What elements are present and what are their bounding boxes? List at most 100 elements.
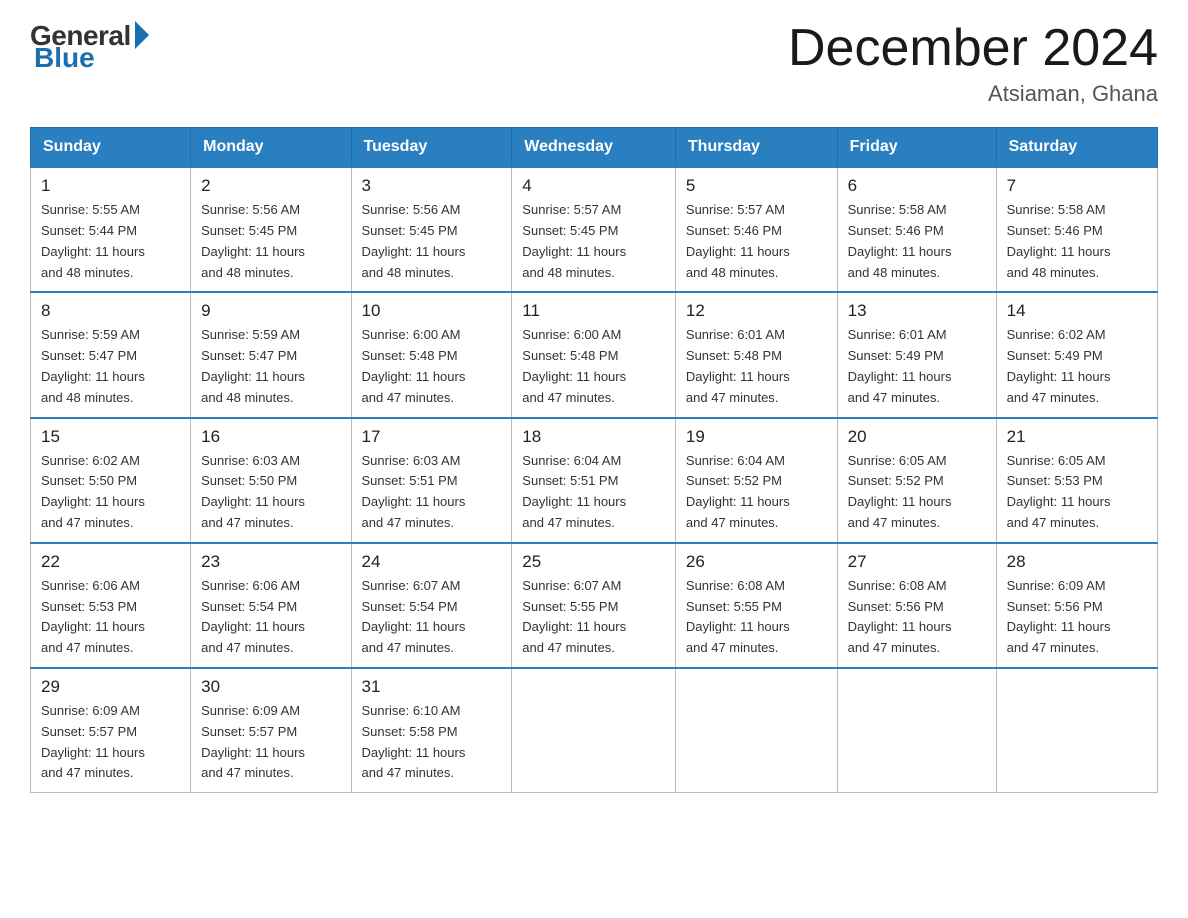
calendar-day-cell: 17 Sunrise: 6:03 AMSunset: 5:51 PMDaylig…	[351, 418, 512, 543]
day-number: 29	[41, 677, 180, 697]
calendar-day-cell: 22 Sunrise: 6:06 AMSunset: 5:53 PMDaylig…	[31, 543, 191, 668]
day-info: Sunrise: 5:55 AMSunset: 5:44 PMDaylight:…	[41, 200, 180, 283]
day-info: Sunrise: 6:02 AMSunset: 5:50 PMDaylight:…	[41, 451, 180, 534]
calendar-week-row: 1 Sunrise: 5:55 AMSunset: 5:44 PMDayligh…	[31, 167, 1158, 292]
day-info: Sunrise: 6:08 AMSunset: 5:56 PMDaylight:…	[848, 576, 986, 659]
calendar-day-cell: 13 Sunrise: 6:01 AMSunset: 5:49 PMDaylig…	[837, 292, 996, 417]
calendar-day-cell	[996, 668, 1157, 793]
day-info: Sunrise: 6:09 AMSunset: 5:57 PMDaylight:…	[41, 701, 180, 784]
day-info: Sunrise: 6:08 AMSunset: 5:55 PMDaylight:…	[686, 576, 827, 659]
day-number: 1	[41, 176, 180, 196]
calendar-day-cell: 26 Sunrise: 6:08 AMSunset: 5:55 PMDaylig…	[675, 543, 837, 668]
day-number: 5	[686, 176, 827, 196]
logo-arrow-icon	[135, 21, 149, 49]
day-number: 6	[848, 176, 986, 196]
location-text: Atsiaman, Ghana	[788, 81, 1158, 107]
calendar-day-cell: 21 Sunrise: 6:05 AMSunset: 5:53 PMDaylig…	[996, 418, 1157, 543]
calendar-day-cell	[512, 668, 676, 793]
calendar-header-tuesday: Tuesday	[351, 128, 512, 168]
day-number: 25	[522, 552, 665, 572]
day-info: Sunrise: 6:09 AMSunset: 5:56 PMDaylight:…	[1007, 576, 1147, 659]
day-info: Sunrise: 6:07 AMSunset: 5:54 PMDaylight:…	[362, 576, 502, 659]
month-year-title: December 2024	[788, 20, 1158, 77]
day-info: Sunrise: 6:03 AMSunset: 5:51 PMDaylight:…	[362, 451, 502, 534]
calendar-day-cell: 25 Sunrise: 6:07 AMSunset: 5:55 PMDaylig…	[512, 543, 676, 668]
day-info: Sunrise: 6:06 AMSunset: 5:53 PMDaylight:…	[41, 576, 180, 659]
day-number: 10	[362, 301, 502, 321]
day-info: Sunrise: 6:07 AMSunset: 5:55 PMDaylight:…	[522, 576, 665, 659]
day-number: 4	[522, 176, 665, 196]
day-number: 3	[362, 176, 502, 196]
day-info: Sunrise: 6:04 AMSunset: 5:52 PMDaylight:…	[686, 451, 827, 534]
calendar-day-cell: 27 Sunrise: 6:08 AMSunset: 5:56 PMDaylig…	[837, 543, 996, 668]
day-info: Sunrise: 5:59 AMSunset: 5:47 PMDaylight:…	[41, 325, 180, 408]
day-number: 13	[848, 301, 986, 321]
day-number: 22	[41, 552, 180, 572]
day-number: 24	[362, 552, 502, 572]
logo: General Blue	[30, 20, 149, 74]
calendar-header-saturday: Saturday	[996, 128, 1157, 168]
day-info: Sunrise: 6:05 AMSunset: 5:52 PMDaylight:…	[848, 451, 986, 534]
logo-line2: Blue	[30, 46, 149, 74]
day-info: Sunrise: 5:56 AMSunset: 5:45 PMDaylight:…	[362, 200, 502, 283]
day-number: 9	[201, 301, 340, 321]
day-number: 30	[201, 677, 340, 697]
calendar-day-cell: 2 Sunrise: 5:56 AMSunset: 5:45 PMDayligh…	[191, 167, 351, 292]
day-number: 8	[41, 301, 180, 321]
calendar-day-cell: 28 Sunrise: 6:09 AMSunset: 5:56 PMDaylig…	[996, 543, 1157, 668]
day-info: Sunrise: 6:03 AMSunset: 5:50 PMDaylight:…	[201, 451, 340, 534]
day-number: 17	[362, 427, 502, 447]
calendar-day-cell: 7 Sunrise: 5:58 AMSunset: 5:46 PMDayligh…	[996, 167, 1157, 292]
day-info: Sunrise: 6:02 AMSunset: 5:49 PMDaylight:…	[1007, 325, 1147, 408]
calendar-week-row: 22 Sunrise: 6:06 AMSunset: 5:53 PMDaylig…	[31, 543, 1158, 668]
day-info: Sunrise: 6:00 AMSunset: 5:48 PMDaylight:…	[522, 325, 665, 408]
day-info: Sunrise: 6:06 AMSunset: 5:54 PMDaylight:…	[201, 576, 340, 659]
calendar-day-cell: 12 Sunrise: 6:01 AMSunset: 5:48 PMDaylig…	[675, 292, 837, 417]
calendar-day-cell: 31 Sunrise: 6:10 AMSunset: 5:58 PMDaylig…	[351, 668, 512, 793]
day-info: Sunrise: 6:09 AMSunset: 5:57 PMDaylight:…	[201, 701, 340, 784]
calendar-day-cell: 29 Sunrise: 6:09 AMSunset: 5:57 PMDaylig…	[31, 668, 191, 793]
day-number: 16	[201, 427, 340, 447]
calendar-day-cell	[837, 668, 996, 793]
day-info: Sunrise: 6:10 AMSunset: 5:58 PMDaylight:…	[362, 701, 502, 784]
day-info: Sunrise: 5:57 AMSunset: 5:45 PMDaylight:…	[522, 200, 665, 283]
calendar-table: SundayMondayTuesdayWednesdayThursdayFrid…	[30, 127, 1158, 793]
calendar-day-cell: 20 Sunrise: 6:05 AMSunset: 5:52 PMDaylig…	[837, 418, 996, 543]
calendar-header-wednesday: Wednesday	[512, 128, 676, 168]
calendar-day-cell: 15 Sunrise: 6:02 AMSunset: 5:50 PMDaylig…	[31, 418, 191, 543]
calendar-week-row: 8 Sunrise: 5:59 AMSunset: 5:47 PMDayligh…	[31, 292, 1158, 417]
calendar-header-friday: Friday	[837, 128, 996, 168]
page-header: General Blue December 2024 Atsiaman, Gha…	[30, 20, 1158, 107]
day-number: 27	[848, 552, 986, 572]
day-number: 12	[686, 301, 827, 321]
day-number: 18	[522, 427, 665, 447]
calendar-day-cell: 1 Sunrise: 5:55 AMSunset: 5:44 PMDayligh…	[31, 167, 191, 292]
calendar-day-cell: 30 Sunrise: 6:09 AMSunset: 5:57 PMDaylig…	[191, 668, 351, 793]
day-number: 20	[848, 427, 986, 447]
day-info: Sunrise: 6:00 AMSunset: 5:48 PMDaylight:…	[362, 325, 502, 408]
calendar-day-cell: 11 Sunrise: 6:00 AMSunset: 5:48 PMDaylig…	[512, 292, 676, 417]
day-info: Sunrise: 6:01 AMSunset: 5:48 PMDaylight:…	[686, 325, 827, 408]
day-number: 2	[201, 176, 340, 196]
calendar-header-thursday: Thursday	[675, 128, 837, 168]
calendar-day-cell: 10 Sunrise: 6:00 AMSunset: 5:48 PMDaylig…	[351, 292, 512, 417]
calendar-week-row: 29 Sunrise: 6:09 AMSunset: 5:57 PMDaylig…	[31, 668, 1158, 793]
logo-blue-text: Blue	[30, 42, 95, 74]
day-info: Sunrise: 5:58 AMSunset: 5:46 PMDaylight:…	[1007, 200, 1147, 283]
day-number: 23	[201, 552, 340, 572]
calendar-header-monday: Monday	[191, 128, 351, 168]
day-info: Sunrise: 6:04 AMSunset: 5:51 PMDaylight:…	[522, 451, 665, 534]
calendar-day-cell: 16 Sunrise: 6:03 AMSunset: 5:50 PMDaylig…	[191, 418, 351, 543]
day-info: Sunrise: 5:58 AMSunset: 5:46 PMDaylight:…	[848, 200, 986, 283]
calendar-day-cell: 9 Sunrise: 5:59 AMSunset: 5:47 PMDayligh…	[191, 292, 351, 417]
day-info: Sunrise: 5:56 AMSunset: 5:45 PMDaylight:…	[201, 200, 340, 283]
calendar-day-cell: 6 Sunrise: 5:58 AMSunset: 5:46 PMDayligh…	[837, 167, 996, 292]
day-info: Sunrise: 5:59 AMSunset: 5:47 PMDaylight:…	[201, 325, 340, 408]
calendar-week-row: 15 Sunrise: 6:02 AMSunset: 5:50 PMDaylig…	[31, 418, 1158, 543]
day-number: 28	[1007, 552, 1147, 572]
day-number: 26	[686, 552, 827, 572]
day-number: 21	[1007, 427, 1147, 447]
calendar-day-cell: 14 Sunrise: 6:02 AMSunset: 5:49 PMDaylig…	[996, 292, 1157, 417]
day-number: 19	[686, 427, 827, 447]
day-number: 11	[522, 301, 665, 321]
